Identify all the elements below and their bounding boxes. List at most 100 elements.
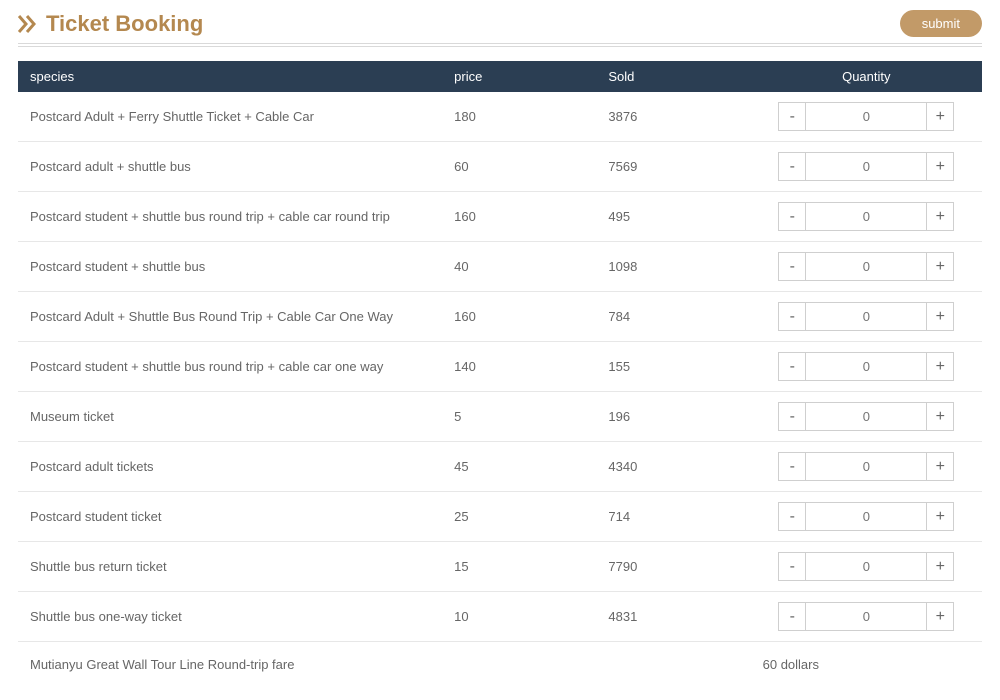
quantity-input[interactable] xyxy=(806,252,926,281)
table-row: Postcard Adult + Shuttle Bus Round Trip … xyxy=(18,292,982,342)
quantity-input[interactable] xyxy=(806,152,926,181)
quantity-cell: -+ xyxy=(751,392,982,442)
quantity-input[interactable] xyxy=(806,102,926,131)
increment-button[interactable]: + xyxy=(926,402,954,431)
quantity-cell: -+ xyxy=(751,142,982,192)
sold-cell: 155 xyxy=(596,342,750,392)
sold-cell: 4831 xyxy=(596,592,750,642)
page-title: Ticket Booking xyxy=(46,11,203,37)
sold-cell: 1098 xyxy=(596,242,750,292)
decrement-button[interactable]: - xyxy=(778,602,806,631)
quantity-input[interactable] xyxy=(806,502,926,531)
species-cell: Postcard adult + shuttle bus xyxy=(18,142,442,192)
sold-cell: 4340 xyxy=(596,442,750,492)
species-cell: Postcard Adult + Ferry Shuttle Ticket + … xyxy=(18,92,442,142)
quantity-stepper: -+ xyxy=(778,452,954,481)
table-row: Postcard student + shuttle bus round tri… xyxy=(18,342,982,392)
price-cell: 40 xyxy=(442,242,596,292)
footer-row: Mutianyu Great Wall Tour Line Round-trip… xyxy=(18,642,982,680)
quantity-input[interactable] xyxy=(806,602,926,631)
increment-button[interactable]: + xyxy=(926,602,954,631)
decrement-button[interactable]: - xyxy=(778,202,806,231)
decrement-button[interactable]: - xyxy=(778,452,806,481)
price-cell: 180 xyxy=(442,92,596,142)
increment-button[interactable]: + xyxy=(926,352,954,381)
table-row: Postcard adult + shuttle bus607569-+ xyxy=(18,142,982,192)
quantity-input[interactable] xyxy=(806,552,926,581)
increment-button[interactable]: + xyxy=(926,452,954,481)
quantity-input[interactable] xyxy=(806,452,926,481)
quantity-cell: -+ xyxy=(751,592,982,642)
decrement-button[interactable]: - xyxy=(778,102,806,131)
species-cell: Postcard student + shuttle bus xyxy=(18,242,442,292)
table-row: Postcard adult tickets454340-+ xyxy=(18,442,982,492)
species-cell: Museum ticket xyxy=(18,392,442,442)
decrement-button[interactable]: - xyxy=(778,402,806,431)
species-cell: Shuttle bus one-way ticket xyxy=(18,592,442,642)
price-cell: 15 xyxy=(442,542,596,592)
decrement-button[interactable]: - xyxy=(778,552,806,581)
table-header-row: species price Sold Quantity xyxy=(18,61,982,92)
sold-cell: 495 xyxy=(596,192,750,242)
double-chevron-right-icon xyxy=(18,15,38,33)
increment-button[interactable]: + xyxy=(926,502,954,531)
header: Ticket Booking submit xyxy=(18,10,982,37)
decrement-button[interactable]: - xyxy=(778,252,806,281)
quantity-cell: -+ xyxy=(751,492,982,542)
col-sold: Sold xyxy=(596,61,750,92)
quantity-input[interactable] xyxy=(806,302,926,331)
quantity-stepper: -+ xyxy=(778,302,954,331)
quantity-stepper: -+ xyxy=(778,152,954,181)
decrement-button[interactable]: - xyxy=(778,152,806,181)
footer-label: Mutianyu Great Wall Tour Line Round-trip… xyxy=(18,642,442,680)
table-row: Museum ticket5196-+ xyxy=(18,392,982,442)
title-wrap: Ticket Booking xyxy=(18,11,203,37)
quantity-stepper: -+ xyxy=(778,502,954,531)
sold-cell: 784 xyxy=(596,292,750,342)
species-cell: Postcard student + shuttle bus round tri… xyxy=(18,192,442,242)
submit-button[interactable]: submit xyxy=(900,10,982,37)
increment-button[interactable]: + xyxy=(926,202,954,231)
col-price: price xyxy=(442,61,596,92)
quantity-input[interactable] xyxy=(806,402,926,431)
sold-cell: 196 xyxy=(596,392,750,442)
increment-button[interactable]: + xyxy=(926,552,954,581)
quantity-stepper: -+ xyxy=(778,552,954,581)
table-row: Postcard student + shuttle bus round tri… xyxy=(18,192,982,242)
table-row: Shuttle bus return ticket157790-+ xyxy=(18,542,982,592)
col-quantity: Quantity xyxy=(751,61,982,92)
price-cell: 25 xyxy=(442,492,596,542)
quantity-stepper: -+ xyxy=(778,602,954,631)
table-row: Postcard Adult + Ferry Shuttle Ticket + … xyxy=(18,92,982,142)
price-cell: 160 xyxy=(442,192,596,242)
quantity-stepper: -+ xyxy=(778,252,954,281)
quantity-cell: -+ xyxy=(751,542,982,592)
species-cell: Postcard adult tickets xyxy=(18,442,442,492)
species-cell: Postcard student + shuttle bus round tri… xyxy=(18,342,442,392)
price-cell: 5 xyxy=(442,392,596,442)
decrement-button[interactable]: - xyxy=(778,302,806,331)
quantity-cell: -+ xyxy=(751,192,982,242)
col-species: species xyxy=(18,61,442,92)
quantity-cell: -+ xyxy=(751,92,982,142)
increment-button[interactable]: + xyxy=(926,152,954,181)
increment-button[interactable]: + xyxy=(926,102,954,131)
sold-cell: 7790 xyxy=(596,542,750,592)
species-cell: Shuttle bus return ticket xyxy=(18,542,442,592)
table-row: Shuttle bus one-way ticket104831-+ xyxy=(18,592,982,642)
footer-value: 60 dollars xyxy=(751,642,982,680)
quantity-cell: -+ xyxy=(751,242,982,292)
table-row: Postcard student + shuttle bus401098-+ xyxy=(18,242,982,292)
quantity-input[interactable] xyxy=(806,202,926,231)
species-cell: Postcard student ticket xyxy=(18,492,442,542)
increment-button[interactable]: + xyxy=(926,252,954,281)
decrement-button[interactable]: - xyxy=(778,502,806,531)
price-cell: 60 xyxy=(442,142,596,192)
quantity-stepper: -+ xyxy=(778,352,954,381)
sold-cell: 7569 xyxy=(596,142,750,192)
decrement-button[interactable]: - xyxy=(778,352,806,381)
sold-cell: 3876 xyxy=(596,92,750,142)
quantity-cell: -+ xyxy=(751,342,982,392)
quantity-input[interactable] xyxy=(806,352,926,381)
increment-button[interactable]: + xyxy=(926,302,954,331)
